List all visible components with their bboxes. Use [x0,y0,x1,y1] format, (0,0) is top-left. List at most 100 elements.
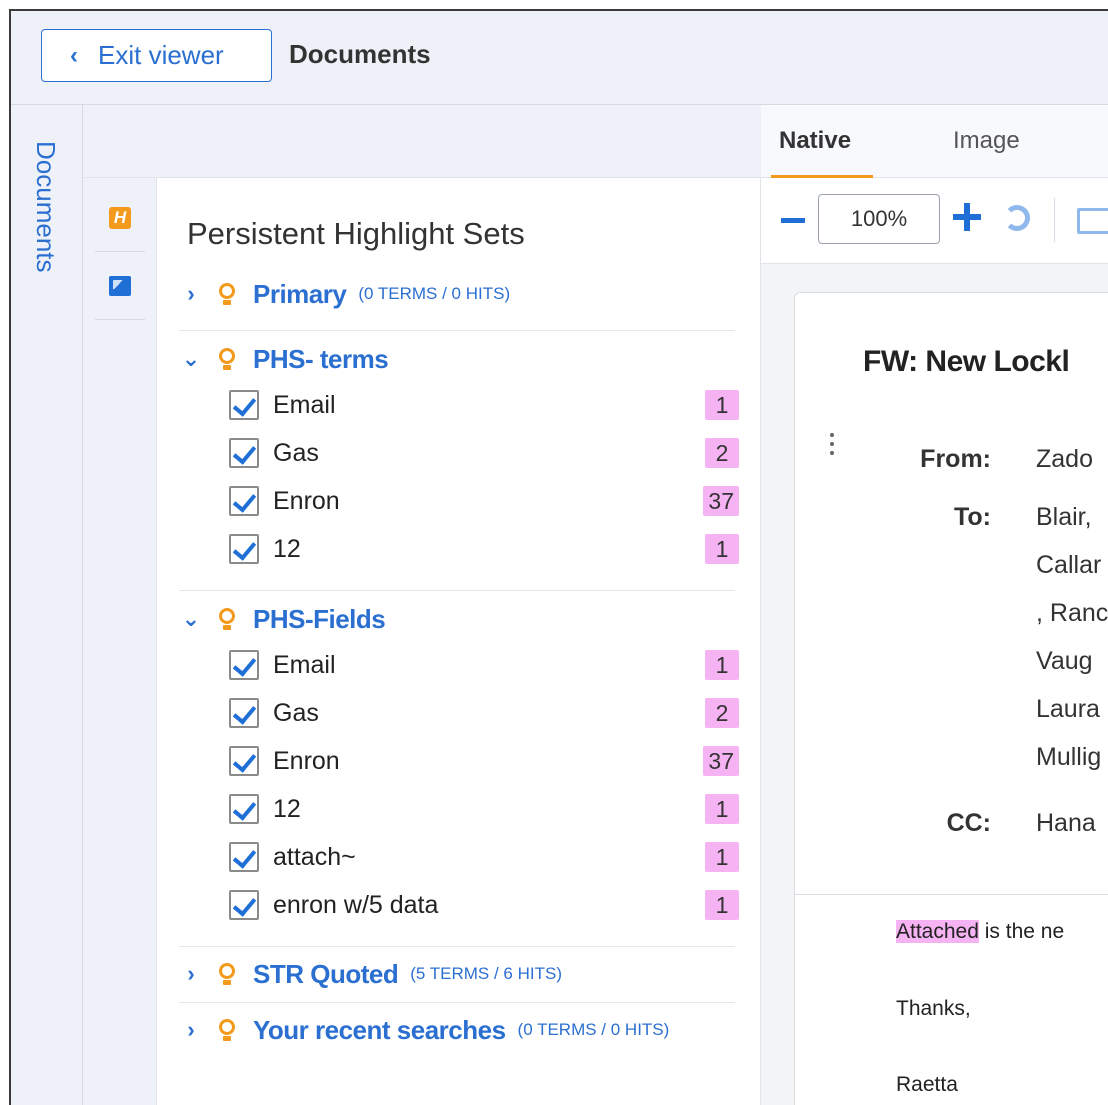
email-subject: FW: New Lockl [863,345,1070,378]
to-value: Blair, [1036,503,1092,531]
exit-viewer-button[interactable]: ‹ Exit viewer [41,29,272,82]
set-header[interactable]: ⌄ PHS-Fields [179,601,386,637]
highlights-tab-button[interactable]: H [95,184,145,252]
hit-highlight: Attached [896,920,979,943]
highlight-h-icon: H [109,206,131,229]
zoom-out-icon[interactable] [781,218,805,223]
chevron-left-icon: ‹ [70,41,78,69]
term-checkbox[interactable] [229,438,259,468]
term-checkbox[interactable] [229,534,259,564]
term-checkbox[interactable] [229,486,259,516]
divider [179,1002,735,1003]
documents-rail-tab[interactable]: Documents [30,141,61,273]
body-text: is the ne [978,920,1065,943]
from-value: Zado [1036,445,1093,473]
divider [179,946,735,947]
lightbulb-icon [213,1015,243,1045]
term-label: enron w/5 data [273,890,439,919]
document-area: FW: New Lockl From: Zado To: Blair, Call… [761,264,1108,1105]
term-row: Gas 2 [229,433,739,473]
tab-image[interactable]: Image [953,127,1020,155]
hit-count-badge: 1 [705,794,739,824]
hit-count-badge: 1 [705,890,739,920]
set-name: Your recent searches [253,1014,506,1045]
term-checkbox[interactable] [229,698,259,728]
image-icon [109,275,131,296]
set-header[interactable]: ⌄ PHS- terms [179,341,389,377]
lightbulb-icon [213,344,243,374]
to-value: Vaug [1036,647,1093,675]
term-checkbox[interactable] [229,746,259,776]
term-label: Enron [273,746,340,775]
to-value: , Ranc [1036,599,1108,627]
term-label: Gas [273,698,319,727]
term-label: Enron [273,486,340,515]
rotate-icon[interactable] [1004,205,1030,231]
panel-header-strip [83,105,761,178]
lightbulb-icon [213,604,243,634]
body-line: Attached is the ne [896,920,1064,944]
term-row: Enron 37 [229,741,739,781]
zoom-in-icon[interactable] [953,203,981,231]
zoom-level-field[interactable]: 100% [818,194,940,244]
toolbar-divider [1054,198,1055,242]
term-label: Email [273,390,336,419]
set-header[interactable]: › Your recent searches (0 TERMS / 0 HITS… [179,1012,669,1048]
to-value: Mullig [1036,743,1102,771]
term-checkbox[interactable] [229,794,259,824]
term-row: enron w/5 data 1 [229,885,739,925]
exit-viewer-label: Exit viewer [98,40,224,70]
viewer-toolbar: 100% [761,178,1108,264]
set-header[interactable]: › Primary (0 TERMS / 0 HITS) [179,276,510,312]
term-row: Gas 2 [229,693,739,733]
document-page: FW: New Lockl From: Zado To: Blair, Call… [794,292,1108,1105]
set-meta: (0 TERMS / 0 HITS) [358,284,511,303]
top-bar: ‹ Exit viewer Documents [11,11,1108,105]
chevron-right-icon: › [187,1017,195,1042]
term-checkbox[interactable] [229,890,259,920]
term-checkbox[interactable] [229,650,259,680]
image-tab-button[interactable] [95,252,145,320]
lightbulb-icon [213,959,243,989]
term-label: attach~ [273,842,356,871]
chevron-right-icon: › [187,281,195,306]
body-line: Thanks, [896,997,971,1020]
set-meta: (0 TERMS / 0 HITS) [517,1020,670,1039]
fit-width-icon[interactable] [1077,208,1108,234]
app-frame: ‹ Exit viewer Documents Documents H Pers… [9,9,1108,1105]
hit-count-badge: 2 [705,698,739,728]
term-label: 12 [273,534,301,563]
hit-count-badge: 37 [703,486,739,516]
hit-count-badge: 37 [703,746,739,776]
chevron-down-icon: ⌄ [181,606,201,631]
page-title: Documents [289,39,431,69]
term-row: attach~ 1 [229,837,739,877]
hit-count-badge: 1 [705,390,739,420]
set-meta: (5 TERMS / 6 HITS) [410,964,562,983]
set-header[interactable]: › STR Quoted (5 TERMS / 6 HITS) [179,956,562,992]
from-label: From: [920,445,991,473]
set-name: PHS- terms [253,343,389,374]
term-checkbox[interactable] [229,390,259,420]
to-value: Callar [1036,551,1102,579]
lightbulb-icon [213,279,243,309]
set-name: Primary [253,278,347,309]
viewer-tabs: Native Image [761,105,1108,179]
tab-native[interactable]: Native [779,127,851,155]
persistent-highlight-panel: Persistent Highlight Sets › Primary (0 T… [157,178,761,1105]
hit-count-badge: 1 [705,650,739,680]
term-row: Email 1 [229,385,739,425]
panel-title: Persistent Highlight Sets [187,216,525,251]
left-rail: Documents [11,105,83,1105]
term-label: 12 [273,794,301,823]
body-line: Raetta [896,1073,958,1096]
cc-value: Hana [1036,809,1096,837]
term-checkbox[interactable] [229,842,259,872]
term-row: Enron 37 [229,481,739,521]
hit-count-badge: 1 [705,842,739,872]
cc-label: CC: [946,809,991,837]
hit-count-badge: 1 [705,534,739,564]
term-row: Email 1 [229,645,739,685]
more-options-icon[interactable] [829,433,835,463]
divider [179,590,735,591]
